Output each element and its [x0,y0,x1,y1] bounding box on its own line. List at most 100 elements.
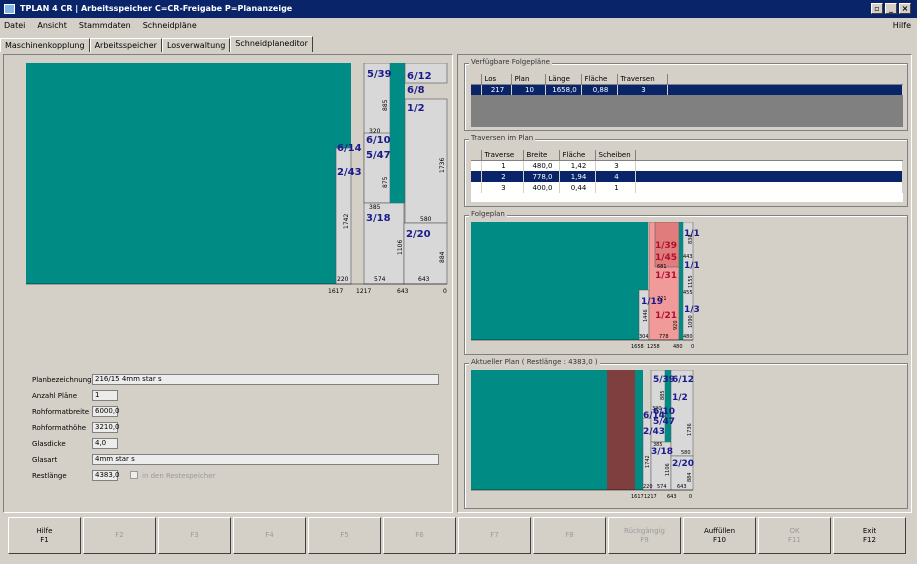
restlaenge-label: Restlänge [32,472,67,480]
tab-schneidplaneditor[interactable]: Schneidplaneditor [230,36,313,52]
ap-label-9: 2/20 [672,459,694,469]
fkey-number: F8 [565,531,574,539]
fkey-f2-button[interactable]: F2 [83,517,156,554]
glasdicke-field[interactable]: 4,0 [92,438,118,449]
traversen-table[interactable]: Traverse Breite Fläche Scheiben 1 480,0 1,… [471,150,903,202]
fkey-f4-button[interactable]: F4 [233,517,306,554]
fkey-label: Rückgängig [624,526,665,535]
col-breite[interactable]: Breite [523,150,560,161]
tab-maschinenkopplung[interactable]: Maschinenkopplung [0,38,90,52]
main-cutting-plan[interactable]: 5/39 6/12 6/8 1/2 6/14 6/10 5/47 2/43 3/… [26,63,456,303]
ap-dim-1106: 1106 [665,463,671,476]
plan-dim-220: 220 [337,276,349,283]
col-plan[interactable]: Plan [511,74,546,85]
ap-used-strip [607,370,635,490]
fkey-number: F6 [415,531,424,539]
menu-stammdaten[interactable]: Stammdaten [79,18,131,34]
anzahl-plaene-field[interactable]: 1 [92,390,118,401]
aktueller-plan-group: Aktueller Plan ( Restlänge : 4383,0 ) 5/… [464,358,908,509]
ap-dim-574: 574 [657,484,667,490]
plan-dim-320: 320 [369,128,381,135]
traverse-row[interactable]: 2 778,0 1,94 4 [471,171,903,182]
fp-dim-1090: 1090 [688,315,694,328]
rohformathoehe-field[interactable]: 3210,0 [92,422,120,433]
plan-form: Planbezeichnung 216/15 4mm star s Anzahl… [32,373,442,513]
fp-dim-721: 721 [657,296,667,302]
restore-icon[interactable]: ▫ [871,3,883,14]
plan-label-5-47: 5/47 [366,150,391,161]
restlaenge-field[interactable]: 4383,0 [92,470,120,481]
fkey-number: F9 [640,535,649,544]
fkey-f8-button[interactable]: F8 [533,517,606,554]
plan-label-2-43: 2/43 [337,167,362,178]
plan-dim-1106: 1106 [397,240,404,255]
fp-dim-455: 455 [683,290,693,296]
tab-losverwaltung[interactable]: Losverwaltung [161,38,231,52]
planbezeichnung-label: Planbezeichnung [32,376,92,384]
ap-dim-643: 643 [677,484,687,490]
plan-axis-0: 0 [443,288,447,295]
glasart-label: Glasart [32,456,58,464]
col-scheiben[interactable]: Scheiben [595,150,636,161]
traversen-title: Traversen im Plan [469,134,536,142]
plan-label-6-12: 6/12 [407,71,432,82]
fp-label-5: 1/31 [655,271,677,281]
menu-datei[interactable]: Datei [4,18,25,34]
folgeplan-row[interactable]: 217 10 1658,0 0,88 3 [471,84,903,95]
fp-axis-1658: 1658 [631,344,644,350]
ap-label-3: 1/2 [672,393,688,403]
plan-label-2-20: 2/20 [406,229,431,240]
close-icon[interactable]: × [899,3,911,14]
planbezeichnung-field[interactable]: 216/15 4mm star s [92,374,439,385]
rohformatbreite-field[interactable]: 6000,0 [92,406,120,417]
fp-dim-1446: 1446 [643,309,649,322]
col-flaeche[interactable]: Fläche [581,74,618,85]
plan-dim-885: 885 [382,99,389,111]
minimize-icon[interactable]: _ [885,3,897,14]
plan-label-6-8: 6/8 [407,85,425,96]
menu-ansicht[interactable]: Ansicht [37,18,67,34]
traverse-row[interactable]: 1 480,0 1,42 3 [471,160,903,171]
col-laenge[interactable]: Länge [545,74,582,85]
plan-dim-385: 385 [369,204,381,211]
folgeplaene-group: Verfügbare Folgepläne Los Plan Länge Flä… [464,58,908,131]
plan-dim-875: 875 [382,176,389,188]
ap-label-7: 2/43 [643,427,665,437]
ap-label-6: 5/47 [653,417,675,427]
fkey-f3-button[interactable]: F3 [158,517,231,554]
status-bar [0,556,917,564]
fkey-f5-button[interactable]: F5 [308,517,381,554]
col-flaeche-t[interactable]: Fläche [559,150,596,161]
window-title: TPLAN 4 CR | Arbeitsspeicher C=CR-Freiga… [20,4,293,13]
folgeplaene-table[interactable]: Los Plan Länge Fläche Traversen 217 10 1… [471,74,903,127]
glasart-field[interactable]: 4mm star s [92,454,439,465]
fkey-f1-button[interactable]: Hilfe F1 [8,517,81,554]
fkey-number: F12 [863,535,876,544]
fkey-f7-button[interactable]: F7 [458,517,531,554]
plans-panel: Verfügbare Folgepläne Los Plan Länge Flä… [457,54,912,513]
ap-dim-320: 320 [652,406,662,412]
fkey-f9-button[interactable]: Rückgängig F9 [608,517,681,554]
traverse-row[interactable]: 3 400,0 0,44 1 [471,182,903,193]
restespeicher-checkbox[interactable] [130,471,138,479]
plan-dim-580: 580 [420,216,432,223]
menu-schneidplaene[interactable]: Schneidpläne [143,18,197,34]
menu-hilfe[interactable]: Hilfe [893,18,911,34]
col-traverse[interactable]: Traverse [481,150,524,161]
fkey-f10-button[interactable]: Auffüllen F10 [683,517,756,554]
menubar: Datei Ansicht Stammdaten Schneidpläne [0,18,917,34]
fp-dim-443: 443 [683,254,693,260]
ap-axis-0: 0 [689,494,692,500]
fp-axis-480: 480 [673,344,683,350]
tab-arbeitsspeicher[interactable]: Arbeitsspeicher [89,38,162,52]
fkey-f6-button[interactable]: F6 [383,517,456,554]
fkey-number: F7 [490,531,499,539]
folgeplan-diagram[interactable]: 1/1 1/39 1/45 1/1 1/31 1/19 1/3 1/21 836… [471,222,707,352]
col-los[interactable]: Los [481,74,512,85]
aktueller-plan-diagram[interactable]: 5/39 6/12 1/2 6/14 6/10 5/47 2/43 3/18 2… [471,370,707,506]
col-traversen[interactable]: Traversen [617,74,668,85]
plan-dim-643: 643 [418,276,430,283]
fkey-f12-button[interactable]: Exit F12 [833,517,906,554]
fkey-f11-button[interactable]: OK F11 [758,517,831,554]
restespeicher-label: in den Restespeicher [142,472,216,480]
